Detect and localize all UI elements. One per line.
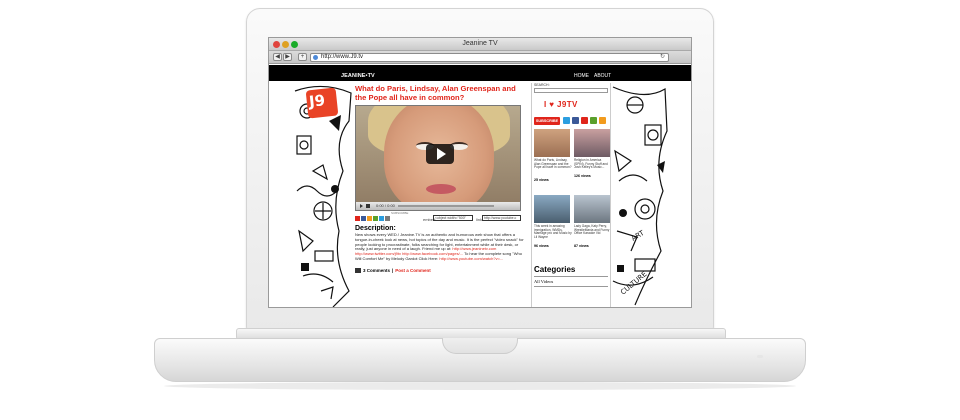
svg-text:ART: ART [630, 229, 646, 243]
rss-icon[interactable] [599, 117, 606, 124]
nav-home-link[interactable]: HOME [574, 73, 589, 79]
post-comment-link[interactable]: Post a Comment [395, 268, 431, 273]
subscribe-small-label: SUBSCRIBE [391, 211, 409, 215]
site-brand[interactable]: JEANINE•TV [341, 73, 375, 79]
laptop-shadow [164, 382, 796, 390]
video-thumb-caption[interactable]: Religion in America (SPIN), Funny Stuff … [574, 158, 612, 170]
embed-code-field[interactable]: <object width="500" [433, 215, 473, 221]
laptop-screen: Jeanine TV ◀ ▶ + http://www.J9.tv ↻ JEAN… [268, 37, 692, 308]
categories-heading: Categories [534, 265, 576, 274]
description-text: New shows every WED.! Jeanine.TV is an a… [355, 232, 527, 262]
comments-link[interactable]: 3 Comments [363, 268, 390, 273]
site-nav: HOME ABOUT [574, 73, 611, 79]
page-topbar [269, 65, 691, 73]
video-player[interactable]: 0:00 / 0:00 [355, 105, 521, 211]
youtube-icon[interactable] [581, 117, 588, 124]
control-play-icon[interactable] [360, 204, 363, 208]
facebook-icon[interactable] [572, 117, 579, 124]
play-icon [437, 148, 446, 160]
video-still-lips [426, 184, 456, 194]
post-title[interactable]: What do Paris, Lindsay, Alan Greenspan a… [355, 84, 527, 102]
myspace-icon[interactable] [590, 117, 597, 124]
video-time: 0:00 / 0:00 [376, 203, 395, 208]
window-title: Jeanine TV [462, 40, 498, 47]
comments-row: 3 Comments | Post a Comment [355, 267, 527, 273]
subscribe-button[interactable]: SUBSCRIBE [534, 117, 560, 125]
sidebar: SEARCH: I ♥ J9TV SUBSCRIBE What do Paris… [531, 83, 612, 307]
share-icons [355, 216, 390, 221]
reload-icon[interactable]: ↻ [660, 54, 665, 61]
browser-titlebar: Jeanine TV [269, 38, 691, 51]
category-all-videos-link[interactable]: All Videos [534, 279, 553, 284]
twitter-icon[interactable] [563, 117, 570, 124]
browser-toolbar: ◀ ▶ + http://www.J9.tv ↻ [269, 51, 691, 64]
address-bar[interactable]: http://www.J9.tv ↻ [310, 53, 669, 62]
divider [534, 286, 608, 287]
volume-icon[interactable] [366, 204, 370, 208]
video-controls: 0:00 / 0:00 [356, 202, 520, 210]
add-bookmark-button[interactable]: + [298, 53, 307, 61]
seek-bar[interactable] [398, 205, 494, 207]
video-thumb[interactable] [534, 195, 570, 223]
link-url-field[interactable]: http://www.youtube.c [482, 215, 521, 221]
share-email-icon[interactable] [385, 216, 390, 221]
video-thumb-caption[interactable]: This week in amazing immigration, WMDs, … [534, 224, 572, 240]
video-thumb[interactable] [574, 129, 610, 157]
search-label: SEARCH: [534, 83, 550, 87]
description-heading: Description: [355, 225, 396, 232]
globe-icon [313, 55, 318, 60]
share-twitter-icon[interactable] [379, 216, 384, 221]
video-thumb-views: 126 views [574, 174, 591, 178]
search-input[interactable] [534, 88, 608, 93]
back-button[interactable]: ◀ [273, 53, 282, 61]
laptop-lid-notch [442, 338, 518, 354]
video-thumb-caption[interactable]: What do Paris, Lindsay, Alan Greenspan a… [534, 158, 572, 170]
j9-logo-text: J9 [308, 91, 326, 111]
share-digg-icon[interactable] [355, 216, 360, 221]
video-thumb[interactable] [574, 195, 610, 223]
nav-about-link[interactable]: ABOUT [594, 73, 611, 79]
main-column: What do Paris, Lindsay, Alan Greenspan a… [355, 83, 527, 273]
forward-button[interactable]: ▶ [283, 53, 292, 61]
share-rss-icon[interactable] [367, 216, 372, 221]
video-thumb-views: 96 views [534, 244, 549, 248]
video-thumb-caption[interactable]: Lady Gaga, Katy Perry, WrestleMania and … [574, 224, 612, 236]
laptop-scene: Jeanine TV ◀ ▶ + http://www.J9.tv ↻ JEAN… [0, 0, 960, 420]
video-thumb[interactable] [534, 129, 570, 157]
description-body: New shows every WED.! Jeanine.TV is an a… [355, 232, 524, 252]
share-delicious-icon[interactable] [373, 216, 378, 221]
divider [534, 276, 608, 277]
video-thumb-views: 87 views [574, 244, 589, 248]
share-facebook-icon[interactable] [361, 216, 366, 221]
description-song-link[interactable]: http://www.youtube.com/watch?v=... [439, 256, 503, 261]
site-header [269, 73, 691, 81]
print-icon[interactable] [355, 267, 361, 273]
doodle-art-right: ART CULTURE [612, 86, 668, 306]
love-j9tv-logo: I ♥ J9TV [544, 100, 578, 109]
url-text: http://www.J9.tv [321, 54, 364, 60]
video-thumb-views: 25 views [534, 178, 549, 182]
sleep-indicator [757, 355, 763, 358]
share-embed-row: SUBSCRIBE embed: <object width="500" lin… [355, 211, 527, 224]
web-page: JEANINE•TV HOME ABOUT J9 ART CULTURE Wha… [269, 65, 691, 307]
